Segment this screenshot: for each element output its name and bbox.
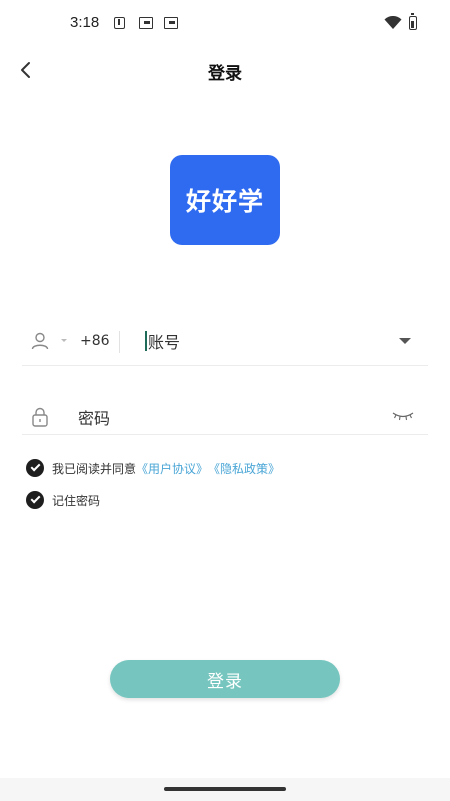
agreement-checkbox[interactable] bbox=[26, 459, 44, 477]
privacy-policy-link[interactable]: 《隐私政策》 bbox=[208, 460, 280, 477]
wifi-icon bbox=[384, 16, 402, 29]
user-icon bbox=[31, 332, 49, 350]
remember-checkbox[interactable] bbox=[26, 491, 44, 509]
page-title: 登录 bbox=[208, 64, 242, 84]
navigation-bar bbox=[0, 778, 450, 801]
app-logo: 好好学 bbox=[170, 155, 280, 245]
account-input[interactable] bbox=[148, 329, 388, 355]
password-input[interactable] bbox=[78, 406, 358, 430]
eye-closed-icon[interactable] bbox=[392, 410, 414, 422]
country-code[interactable]: +86 bbox=[80, 333, 110, 349]
agreement-row: 我已阅读并同意 《用户协议》 《隐私政策》 bbox=[26, 458, 280, 478]
window-icon bbox=[164, 17, 178, 29]
account-row: +86 bbox=[22, 318, 428, 366]
account-dropdown-icon[interactable] bbox=[399, 338, 411, 344]
status-time: 3:18 bbox=[70, 14, 100, 31]
app-logo-text: 好好学 bbox=[185, 187, 264, 216]
user-agreement-link[interactable]: 《用户协议》 bbox=[136, 460, 208, 477]
country-code-chevron-icon[interactable] bbox=[61, 339, 67, 342]
download-icon bbox=[114, 17, 125, 29]
remember-row: 记住密码 bbox=[26, 490, 100, 510]
password-row bbox=[22, 398, 428, 435]
divider bbox=[119, 331, 120, 353]
login-button[interactable]: 登录 bbox=[110, 660, 340, 698]
battery-icon bbox=[409, 13, 417, 30]
home-indicator[interactable] bbox=[164, 787, 286, 791]
agreement-prefix: 我已阅读并同意 bbox=[52, 461, 137, 476]
text-cursor bbox=[145, 331, 147, 351]
status-bar: 3:18 bbox=[0, 0, 450, 48]
lock-icon bbox=[32, 407, 48, 427]
window-icon bbox=[139, 17, 153, 29]
remember-label: 记住密码 bbox=[52, 493, 101, 508]
